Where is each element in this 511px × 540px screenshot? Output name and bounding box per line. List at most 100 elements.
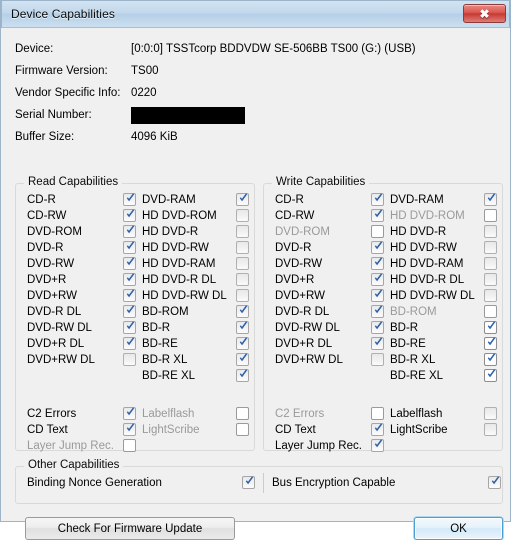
read-extra-checkbox[interactable] (123, 407, 136, 420)
read-capability-row[interactable]: HD DVD-ROM (142, 208, 250, 224)
read-capability-checkbox[interactable] (123, 321, 136, 334)
write-capability-checkbox[interactable] (371, 321, 384, 334)
write-extra-row[interactable]: Labelflash (390, 406, 498, 422)
write-capability-row[interactable]: HD DVD-R DL (390, 272, 498, 288)
read-capability-row[interactable]: DVD+RW (27, 288, 137, 304)
write-capability-checkbox[interactable] (371, 353, 384, 366)
write-capability-checkbox[interactable] (371, 337, 384, 350)
write-capability-checkbox[interactable] (484, 209, 497, 222)
write-capability-row[interactable]: CD-RW (275, 208, 385, 224)
write-capability-row[interactable]: BD-RE XL (390, 368, 498, 384)
write-capability-checkbox[interactable] (484, 369, 497, 382)
read-capability-checkbox[interactable] (123, 273, 136, 286)
read-capability-row[interactable]: DVD+RW DL (27, 352, 137, 368)
write-capability-row[interactable]: BD-R XL (390, 352, 498, 368)
ok-button[interactable]: OK (414, 517, 503, 540)
write-capability-checkbox[interactable] (484, 225, 497, 238)
read-capability-checkbox[interactable] (123, 241, 136, 254)
write-capability-checkbox[interactable] (371, 305, 384, 318)
read-extra-checkbox[interactable] (123, 423, 136, 436)
read-capability-checkbox[interactable] (236, 257, 249, 270)
read-capability-checkbox[interactable] (236, 289, 249, 302)
write-capability-row[interactable]: HD DVD-RW (390, 240, 498, 256)
read-capability-row[interactable]: BD-RE (142, 336, 250, 352)
write-capability-row[interactable]: DVD+RW DL (275, 352, 385, 368)
read-capability-row[interactable]: BD-R (142, 320, 250, 336)
read-capability-row[interactable]: DVD-RW DL (27, 320, 137, 336)
read-capability-checkbox[interactable] (236, 305, 249, 318)
write-capability-row[interactable]: HD DVD-R (390, 224, 498, 240)
read-capability-checkbox[interactable] (123, 337, 136, 350)
read-capability-row[interactable]: HD DVD-RW (142, 240, 250, 256)
read-extra-checkbox[interactable] (236, 407, 249, 420)
write-capability-row[interactable]: CD-R (275, 192, 385, 208)
write-capability-row[interactable]: DVD-ROM (275, 224, 385, 240)
write-capability-checkbox[interactable] (484, 193, 497, 206)
binding-nonce-generation-checkbox[interactable] (242, 476, 255, 489)
write-capability-row[interactable]: DVD+R (275, 272, 385, 288)
read-extra-row[interactable]: CD Text (27, 422, 137, 438)
write-capability-row[interactable]: BD-ROM (390, 304, 498, 320)
write-extra-checkbox[interactable] (371, 439, 384, 452)
read-extra-checkbox[interactable] (123, 439, 136, 452)
write-extra-row[interactable]: C2 Errors (275, 406, 385, 422)
read-capability-row[interactable]: DVD-R (27, 240, 137, 256)
read-capability-row[interactable]: BD-RE XL (142, 368, 250, 384)
write-extra-checkbox[interactable] (484, 423, 497, 436)
read-capability-checkbox[interactable] (236, 225, 249, 238)
write-capability-checkbox[interactable] (371, 273, 384, 286)
read-capability-checkbox[interactable] (236, 241, 249, 254)
write-capability-row[interactable]: HD DVD-RW DL (390, 288, 498, 304)
write-capability-row[interactable]: BD-R (390, 320, 498, 336)
write-extra-row[interactable]: Layer Jump Rec. (275, 438, 385, 454)
write-capability-row[interactable]: DVD-R (275, 240, 385, 256)
write-capability-row[interactable]: DVD+R DL (275, 336, 385, 352)
write-capability-row[interactable]: DVD-RW DL (275, 320, 385, 336)
binding-nonce-generation-row[interactable]: Binding Nonce Generation (27, 475, 262, 491)
write-capability-row[interactable]: DVD-RW (275, 256, 385, 272)
read-capability-checkbox[interactable] (236, 369, 249, 382)
read-capability-row[interactable]: HD DVD-RW DL (142, 288, 250, 304)
read-capability-row[interactable]: DVD+R (27, 272, 137, 288)
write-capability-checkbox[interactable] (371, 241, 384, 254)
read-capability-checkbox[interactable] (123, 353, 136, 366)
close-button[interactable]: ✖ (463, 4, 506, 23)
read-capability-row[interactable]: HD DVD-RAM (142, 256, 250, 272)
read-capability-checkbox[interactable] (236, 337, 249, 350)
read-capability-row[interactable]: DVD-ROM (27, 224, 137, 240)
write-capability-checkbox[interactable] (484, 305, 497, 318)
read-capability-checkbox[interactable] (123, 193, 136, 206)
read-capability-checkbox[interactable] (123, 209, 136, 222)
write-capability-checkbox[interactable] (484, 289, 497, 302)
read-capability-checkbox[interactable] (123, 305, 136, 318)
write-capability-checkbox[interactable] (484, 321, 497, 334)
write-capability-row[interactable]: DVD+RW (275, 288, 385, 304)
write-extra-checkbox[interactable] (484, 407, 497, 420)
read-capability-row[interactable]: DVD+R DL (27, 336, 137, 352)
read-capability-row[interactable]: BD-R XL (142, 352, 250, 368)
read-extra-checkbox[interactable] (236, 423, 249, 436)
write-capability-checkbox[interactable] (371, 193, 384, 206)
read-extra-row[interactable]: Layer Jump Rec. (27, 438, 137, 454)
write-capability-checkbox[interactable] (371, 257, 384, 270)
write-capability-checkbox[interactable] (484, 273, 497, 286)
read-capability-row[interactable]: HD DVD-R (142, 224, 250, 240)
write-capability-row[interactable]: BD-RE (390, 336, 498, 352)
write-capability-row[interactable]: HD DVD-RAM (390, 256, 498, 272)
write-capability-row[interactable]: HD DVD-ROM (390, 208, 498, 224)
write-capability-checkbox[interactable] (371, 289, 384, 302)
read-capability-checkbox[interactable] (236, 321, 249, 334)
write-extra-checkbox[interactable] (371, 423, 384, 436)
read-capability-checkbox[interactable] (236, 193, 249, 206)
check-for-firmware-update-button[interactable]: Check For Firmware Update (25, 517, 235, 540)
read-capability-checkbox[interactable] (236, 209, 249, 222)
read-capability-checkbox[interactable] (236, 273, 249, 286)
bus-encryption-capable-checkbox[interactable] (488, 476, 501, 489)
read-capability-row[interactable]: HD DVD-R DL (142, 272, 250, 288)
read-capability-checkbox[interactable] (236, 353, 249, 366)
write-extra-row[interactable]: CD Text (275, 422, 385, 438)
read-capability-row[interactable]: DVD-RAM (142, 192, 250, 208)
write-extra-row[interactable]: LightScribe (390, 422, 498, 438)
write-extra-checkbox[interactable] (371, 407, 384, 420)
read-capability-checkbox[interactable] (123, 289, 136, 302)
